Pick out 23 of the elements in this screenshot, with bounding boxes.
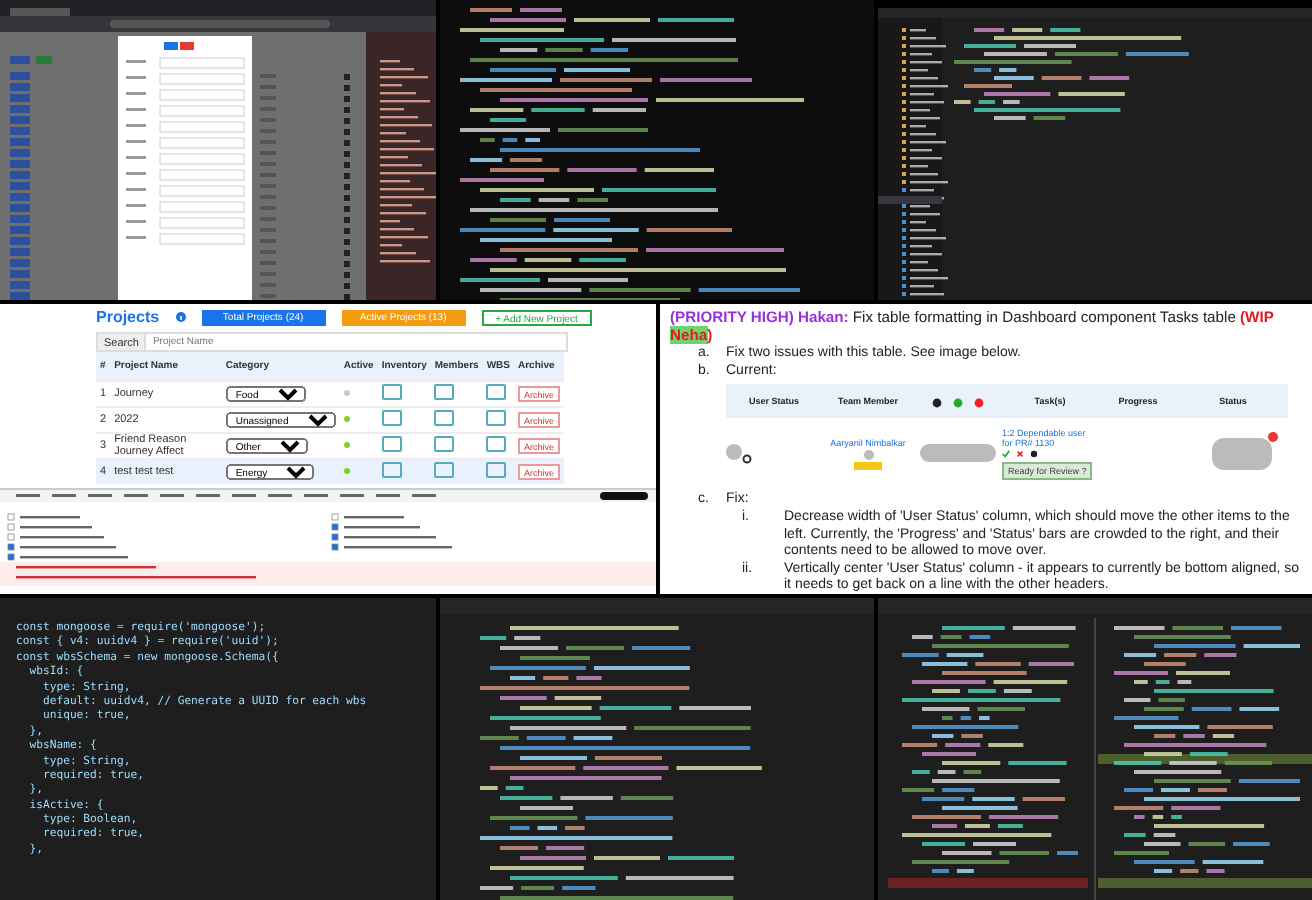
avatar-circle xyxy=(863,449,873,460)
check-icon[interactable] xyxy=(1002,449,1010,458)
members-button[interactable] xyxy=(434,384,455,400)
inventory-button[interactable] xyxy=(381,436,402,452)
avatar-circle xyxy=(726,444,742,461)
inventory-button[interactable] xyxy=(381,384,402,400)
status-dots-icon xyxy=(932,397,984,408)
members-button[interactable] xyxy=(434,462,455,478)
blurred-bar xyxy=(920,444,996,463)
wbs-button[interactable] xyxy=(486,384,507,400)
inventory-button[interactable] xyxy=(381,410,402,426)
blurred-status xyxy=(1212,437,1272,470)
wbs-button[interactable] xyxy=(486,462,507,478)
wbs-button[interactable] xyxy=(486,436,507,452)
wbs-button[interactable] xyxy=(486,410,507,426)
inventory-button[interactable] xyxy=(381,462,402,478)
info-icon xyxy=(175,312,186,322)
badge-drawing xyxy=(854,461,882,470)
close-icon[interactable] xyxy=(1016,449,1024,458)
members-button[interactable] xyxy=(434,410,455,426)
page-title: Projects xyxy=(96,308,160,326)
info-icon[interactable] xyxy=(1030,449,1038,458)
members-button[interactable] xyxy=(434,436,455,452)
